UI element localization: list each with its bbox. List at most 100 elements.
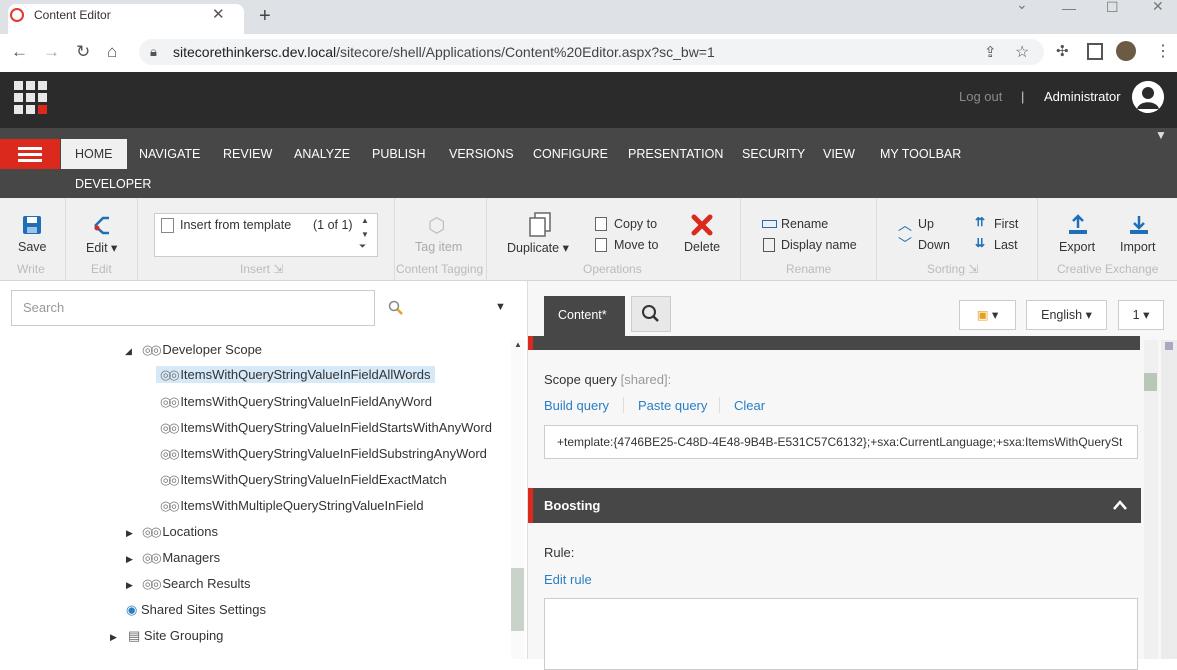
tree-node[interactable]: ◎◎ Search Results [142,576,250,592]
logout-link[interactable]: Log out [959,89,1002,104]
last-button[interactable]: Last [994,238,1018,252]
ribbon-tab-security[interactable]: SECURITY [728,139,819,169]
import-button[interactable]: Import [1120,240,1155,254]
close-tab-icon[interactable]: ✕ [212,5,225,23]
search-icon[interactable] [388,300,404,316]
search-options-icon[interactable]: ▼ [495,301,506,313]
insert-from-template[interactable]: Insert from template [180,218,291,232]
content-tab[interactable]: Content* [544,296,625,336]
paste-query-link[interactable]: Paste query [638,398,707,413]
tree-node[interactable]: ◎◎ ItemsWithQueryStringValueInFieldExact… [160,472,447,488]
delete-icon[interactable] [691,214,713,236]
tree-node[interactable]: ◎◎ ItemsWithMultipleQueryStringValueInFi… [160,498,424,514]
display-name-button[interactable]: Display name [781,238,857,252]
launchpad-grid-icon[interactable] [14,81,47,114]
ribbon-tab-presentation[interactable]: PRESENTATION [614,139,737,169]
back-icon[interactable]: ← [11,42,28,62]
boosting-title: Boosting [544,498,601,513]
lock-icon[interactable]: 🔒︎ [150,44,157,60]
ribbon-tab-versions[interactable]: VERSIONS [435,139,528,169]
profile-icon[interactable] [1116,41,1136,61]
version-dropdown[interactable]: 1 ▾ [1118,300,1164,330]
tree-search-input[interactable] [11,290,375,326]
build-query-link[interactable]: Build query [544,398,609,413]
delete-button[interactable]: Delete [684,240,720,254]
scroll-up-icon[interactable]: ▲ [361,216,369,225]
duplicate-icon[interactable] [528,212,552,238]
forward-icon[interactable]: → [43,42,60,62]
gutter-menu-button[interactable]: ▣ ▾ [959,300,1016,330]
tree-node-selected[interactable]: ◎◎ ItemsWithQueryStringValueInFieldAllWo… [156,366,435,383]
import-icon[interactable] [1128,214,1150,236]
tree-scroll-thumb[interactable] [511,568,524,631]
chevron-down-icon[interactable]: ⌄ [1016,0,1028,13]
chevron-up-icon[interactable] [1112,499,1128,511]
clear-link[interactable]: Clear [734,398,765,413]
sidepanel-icon[interactable] [1087,43,1103,60]
tree-node[interactable]: ◉ Shared Sites Settings [126,602,266,618]
edit-button[interactable]: Edit ▾ [86,240,117,255]
edit-rule-link[interactable]: Edit rule [544,572,592,587]
language-dropdown[interactable]: English ▾ [1026,300,1107,330]
tag-icon[interactable]: ⬡ [428,213,445,238]
rule-field[interactable] [544,598,1138,670]
tree-node[interactable]: ◎◎ Developer Scope [142,342,262,358]
editor-scroll-thumb[interactable] [1144,373,1157,391]
tree-node[interactable]: ◎◎ Locations [142,524,218,540]
collapse-arrow-icon[interactable]: ◢ [125,346,132,357]
ribbon-tab-my-toolbar[interactable]: MY TOOLBAR [866,139,975,169]
copy-to-button[interactable]: Copy to [614,217,657,231]
export-button[interactable]: Export [1059,240,1095,254]
expand-gallery-icon[interactable]: ⏷ [359,241,366,252]
move-to-button[interactable]: Move to [614,238,658,252]
save-button[interactable]: Save [18,240,47,254]
export-icon[interactable] [1067,214,1089,236]
edit-icon[interactable] [92,214,114,236]
first-button[interactable]: First [994,217,1018,231]
expand-arrow-icon[interactable]: ▶ [126,554,133,565]
tree-node[interactable]: ◎◎ ItemsWithQueryStringValueInFieldStart… [160,420,492,436]
expand-arrow-icon[interactable]: ▶ [110,632,117,643]
ribbon-tab-navigate[interactable]: NAVIGATE [125,139,214,169]
ribbon-tab-developer[interactable]: DEVELOPER [61,169,165,199]
tree-node[interactable]: ◎◎ ItemsWithQueryStringValueInFieldSubst… [160,446,487,462]
tree-node[interactable]: ◎◎ Managers [142,550,220,566]
avatar[interactable] [1132,81,1164,113]
duplicate-button[interactable]: Duplicate ▾ [507,240,569,255]
minimize-icon[interactable]: — [1062,0,1076,16]
collapse-ribbon-icon[interactable]: ▼ [1155,128,1167,142]
expand-arrow-icon[interactable]: ▶ [126,580,133,591]
menu-kebab-icon[interactable]: ⋮ [1155,41,1171,61]
url-text[interactable]: sitecorethinkersc.dev.local/sitecore/she… [173,44,715,60]
reload-icon[interactable]: ↻ [76,42,90,62]
close-window-icon[interactable]: ✕ [1152,0,1164,15]
ribbon-tab-configure[interactable]: CONFIGURE [519,139,622,169]
rename-button[interactable]: Rename [781,217,828,231]
hamburger-menu-icon[interactable] [0,139,60,169]
user-name[interactable]: Administrator [1044,89,1121,104]
home-icon[interactable]: ⌂ [107,42,117,62]
ribbon-tab-publish[interactable]: PUBLISH [358,139,440,169]
ribbon-tab-home[interactable]: HOME [61,139,127,169]
ribbon-tab-view[interactable]: VIEW [809,139,869,169]
tag-item-button[interactable]: Tag item [415,240,462,254]
link-divider [623,397,624,413]
scroll-up-arrow-icon[interactable]: ▲ [514,340,522,349]
page-scrollbar[interactable] [1161,340,1177,659]
extensions-icon[interactable]: ✣ [1056,42,1069,60]
new-tab-icon[interactable]: + [259,5,271,28]
ribbon-tab-analyze[interactable]: ANALYZE [280,139,364,169]
tree-node[interactable]: ◎◎ ItemsWithQueryStringValueInFieldAnyWo… [160,394,432,410]
tree-node[interactable]: ▤ Site Grouping [128,628,223,644]
down-button[interactable]: Down [918,238,950,252]
search-tab-icon[interactable] [631,296,671,332]
ribbon-tab-review[interactable]: REVIEW [209,139,286,169]
expand-arrow-icon[interactable]: ▶ [126,528,133,539]
boosting-section-header[interactable] [528,488,1141,523]
scroll-down-icon[interactable]: ▼ [361,230,369,239]
share-icon[interactable]: ⇪ [984,43,997,61]
up-button[interactable]: Up [918,217,934,231]
save-icon[interactable] [22,215,42,235]
maximize-icon[interactable]: ☐ [1106,0,1119,16]
star-icon[interactable]: ☆ [1015,42,1029,62]
